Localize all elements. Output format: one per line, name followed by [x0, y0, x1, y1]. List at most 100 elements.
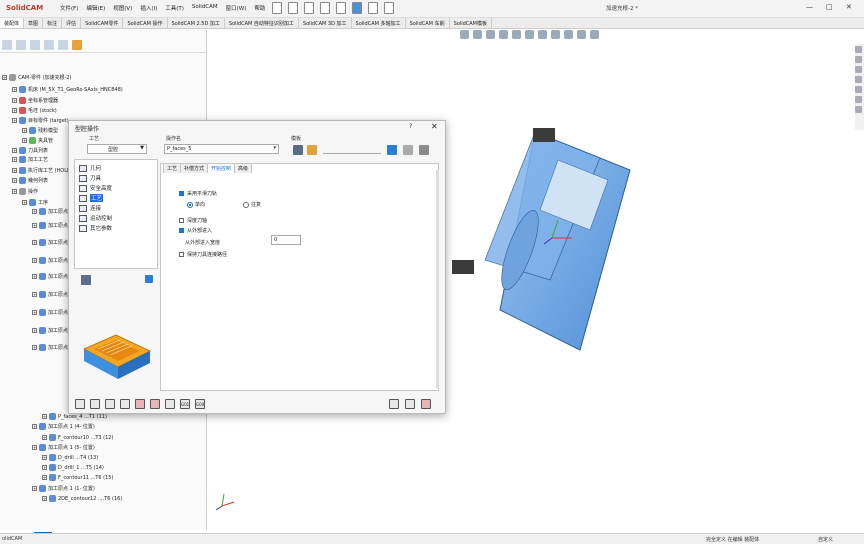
tree-item[interactable]: + F_contour11 ...T6 (15) — [42, 474, 113, 481]
tree-item[interactable]: + 加工原点 — [32, 344, 68, 351]
gcode-generate-icon[interactable]: G01 — [180, 399, 190, 409]
view-palette-icon[interactable] — [855, 86, 862, 93]
dialog-close-icon[interactable]: ✕ — [431, 122, 438, 131]
template-field[interactable] — [323, 144, 381, 154]
menu-solidcam[interactable]: SolidCAM — [192, 4, 218, 12]
part-model-3d[interactable] — [440, 120, 640, 360]
save-calc-exit-icon[interactable] — [135, 399, 145, 409]
layout-icon[interactable] — [81, 275, 91, 285]
apply-scene-icon[interactable] — [577, 30, 586, 39]
check-icon[interactable] — [389, 399, 399, 409]
expand-icon[interactable]: + — [12, 148, 17, 153]
calc-toolpath-icon[interactable] — [150, 399, 160, 409]
save-calculate-icon[interactable] — [75, 399, 85, 409]
tree-item[interactable]: + 幾何列表 — [12, 177, 48, 184]
expand-icon[interactable]: + — [12, 178, 17, 183]
smooth-path-checkbox[interactable]: 采用平滑刀轨 — [179, 190, 217, 197]
expand-icon[interactable]: + — [32, 274, 37, 279]
gcode-view-icon[interactable]: G00 — [195, 399, 205, 409]
help-icon[interactable]: ? — [409, 123, 412, 130]
menu-file[interactable]: 文件(F) — [60, 4, 78, 12]
save-icon[interactable] — [320, 2, 330, 14]
appearances-icon[interactable] — [855, 96, 862, 103]
open-template-icon[interactable] — [307, 145, 317, 155]
expand-icon[interactable]: + — [32, 424, 37, 429]
solidcam-manager-tab-icon[interactable] — [72, 40, 82, 50]
nav-item-motion-control[interactable]: 运动控制 — [79, 214, 112, 222]
dimxpert-tab-icon[interactable] — [44, 40, 54, 50]
expand-icon[interactable]: + — [42, 414, 47, 419]
expand-icon[interactable]: + — [2, 75, 7, 80]
menu-insert[interactable]: 插入(I) — [140, 4, 157, 12]
expand-icon[interactable]: + — [42, 475, 47, 480]
tree-item[interactable]: + 坐标系管理器 — [12, 97, 58, 104]
tree-item[interactable]: + 加工原点 — [32, 222, 68, 229]
save-template-icon[interactable] — [293, 145, 303, 155]
tree-item[interactable]: + 机床 (M_5X_T1_GeoRo SAxis_HNC848) — [12, 86, 123, 93]
tab-compensation[interactable]: 补偿方式 — [180, 163, 209, 173]
expand-icon[interactable]: + — [22, 128, 27, 133]
tree-item[interactable]: + D_drill_1 ...T5 (14) — [42, 464, 104, 471]
tab-process[interactable]: 工艺 — [163, 163, 182, 173]
info-icon[interactable] — [387, 145, 397, 155]
expand-icon[interactable]: + — [12, 98, 17, 103]
cursor-select-icon[interactable] — [419, 145, 429, 155]
nav-item-technology[interactable]: 工艺 — [79, 194, 104, 202]
tab-sketch[interactable]: 草图 — [24, 18, 44, 28]
expand-icon[interactable]: + — [22, 138, 27, 143]
feature-manager-tab-icon[interactable] — [2, 40, 12, 50]
simulate-icon[interactable] — [165, 399, 175, 409]
expand-icon[interactable]: + — [12, 189, 17, 194]
expand-icon[interactable]: + — [42, 496, 47, 501]
tree-item[interactable]: + D_drill ...T4 (13) — [42, 454, 98, 461]
display-manager-tab-icon[interactable] — [58, 40, 68, 50]
check-exit-icon[interactable] — [405, 399, 415, 409]
zoom-fit-icon[interactable] — [460, 30, 469, 39]
expand-icon[interactable]: + — [12, 118, 17, 123]
tree-item[interactable]: + F_contour10 ...T3 (12) — [42, 434, 113, 441]
tab-solidcam-turning[interactable]: SolidCAM 车削 — [406, 18, 450, 28]
file-explorer-icon[interactable] — [855, 76, 862, 83]
hide-show-icon[interactable] — [551, 30, 560, 39]
comment-icon[interactable] — [145, 275, 153, 283]
section-view-icon[interactable] — [499, 30, 508, 39]
expand-icon[interactable]: + — [12, 87, 17, 92]
expand-icon[interactable]: + — [22, 200, 27, 205]
undo-icon[interactable] — [336, 2, 346, 14]
tree-item[interactable]: + 加工原点 — [32, 273, 68, 280]
save-close-icon[interactable] — [105, 399, 115, 409]
expand-icon[interactable]: + — [32, 240, 37, 245]
tree-item[interactable]: + 目标零件 (target) — [12, 117, 69, 124]
zoom-area-icon[interactable] — [473, 30, 482, 39]
view-orientation-icon[interactable] — [525, 30, 534, 39]
nav-item-safety-height[interactable]: 安全高度 — [79, 184, 112, 192]
rebuild-icon[interactable] — [368, 2, 378, 14]
tab-solidcam-afrm[interactable]: SolidCAM 自动特征识别加工 — [225, 18, 299, 28]
tree-item[interactable]: + 加工原点 — [32, 257, 68, 264]
design-library-icon[interactable] — [855, 66, 862, 73]
tree-item[interactable]: + 加工原点 1 (5- 位置) — [32, 444, 95, 451]
process-combo[interactable]: 型腔 ▼ — [87, 144, 147, 154]
operation-name-field[interactable]: P_faces_5 ▾ — [164, 144, 279, 154]
direction-zigzag-radio[interactable]: 往复 — [243, 201, 261, 208]
outside-count-field[interactable]: 0 — [271, 235, 301, 245]
tree-item[interactable]: + 加工原点 — [32, 327, 68, 334]
tree-item[interactable]: + 加工原点 — [32, 291, 68, 298]
menu-help[interactable]: 帮助 — [254, 4, 265, 12]
expand-icon[interactable]: + — [32, 223, 37, 228]
maximize-icon[interactable]: □ — [826, 3, 833, 11]
expand-icon[interactable]: + — [12, 168, 17, 173]
nav-item-geometry[interactable]: 几何 — [79, 164, 101, 172]
tab-evaluate[interactable]: 评估 — [62, 18, 82, 28]
close-icon[interactable]: ✕ — [846, 3, 852, 11]
menu-window[interactable]: 窗口(W) — [226, 4, 247, 12]
expand-icon[interactable]: + — [42, 465, 47, 470]
from-outside-checkbox[interactable]: 从外部进入 — [179, 227, 212, 234]
new-icon[interactable] — [272, 2, 282, 14]
tab-start-control[interactable]: 开始控制 — [207, 163, 236, 173]
tree-item[interactable]: + 操作 — [12, 188, 38, 195]
property-manager-tab-icon[interactable] — [16, 40, 26, 50]
tab-advanced[interactable]: 高级 — [234, 163, 253, 173]
options-icon[interactable] — [384, 2, 394, 14]
expand-icon[interactable]: + — [42, 455, 47, 460]
